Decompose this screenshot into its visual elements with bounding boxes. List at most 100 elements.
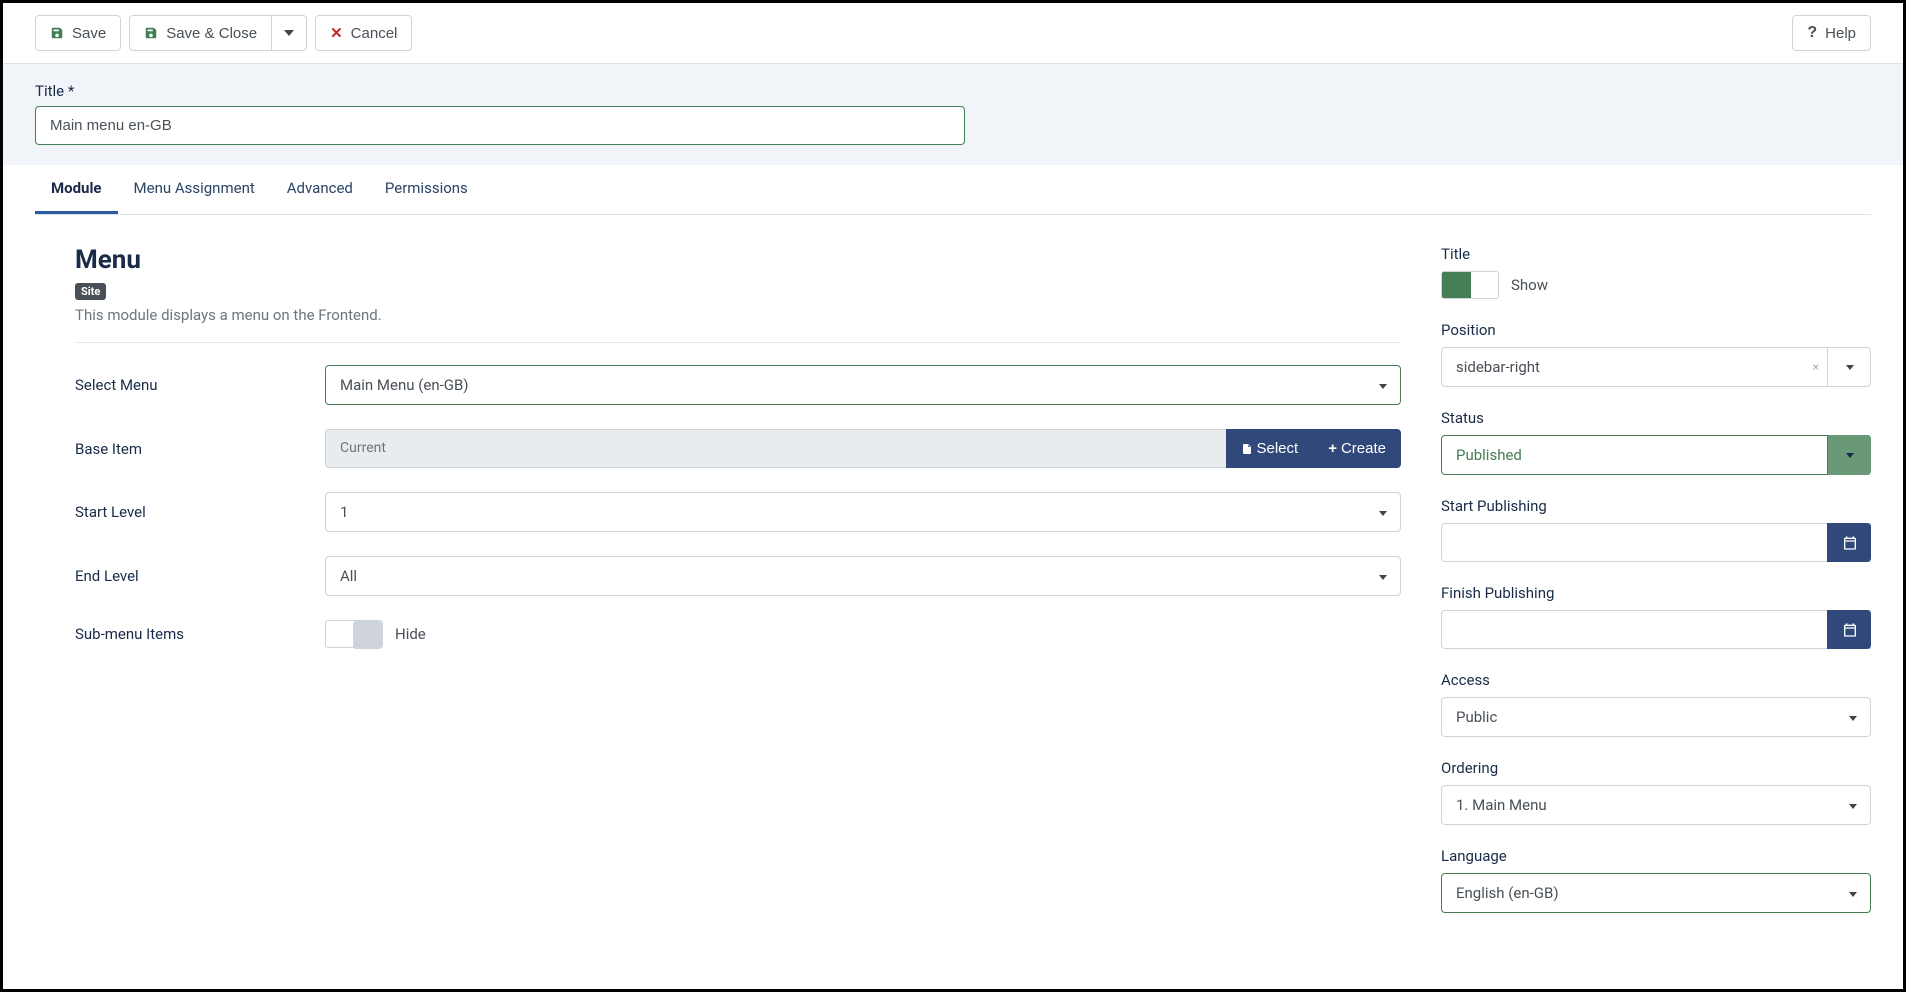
- status-arrow[interactable]: [1827, 435, 1871, 475]
- tab-advanced[interactable]: Advanced: [271, 165, 369, 214]
- chevron-down-icon: [1846, 365, 1854, 370]
- clear-icon[interactable]: ×: [1813, 360, 1819, 374]
- module-description: This module displays a menu on the Front…: [75, 306, 1401, 324]
- start-pub-input[interactable]: [1441, 523, 1871, 562]
- start-level-control[interactable]: 1: [325, 492, 1401, 532]
- side-status-label: Status: [1441, 409, 1871, 427]
- select-btn-label: Select: [1257, 440, 1299, 457]
- create-btn-label: Create: [1341, 440, 1386, 457]
- finish-pub-input[interactable]: [1441, 610, 1871, 649]
- cancel-button[interactable]: ✕ Cancel: [315, 15, 412, 51]
- main: Menu Site This module displays a menu on…: [75, 245, 1401, 935]
- side-language-value: English (en-GB): [1441, 873, 1871, 913]
- tab-menu-assignment[interactable]: Menu Assignment: [118, 165, 271, 214]
- side-language-label: Language: [1441, 847, 1871, 865]
- start-level-label: Start Level: [75, 503, 325, 521]
- base-item-label: Base Item: [75, 440, 325, 458]
- title-input[interactable]: [35, 106, 965, 145]
- divider: [75, 342, 1401, 343]
- toolbar: Save Save & Close ✕ Cancel ? Help: [3, 3, 1903, 64]
- side-position-value: sidebar-right: [1441, 347, 1871, 387]
- save-icon: [50, 26, 64, 40]
- select-menu-control[interactable]: Main Menu (en-GB): [325, 365, 1401, 405]
- side-title-control: Show: [1441, 271, 1871, 299]
- end-level-control[interactable]: All: [325, 556, 1401, 596]
- save-label: Save: [72, 25, 106, 42]
- side-access-value: Public: [1441, 697, 1871, 737]
- cancel-label: Cancel: [351, 25, 398, 42]
- side-title-group: Title Show: [1441, 245, 1871, 299]
- base-item-select-button[interactable]: Select: [1226, 429, 1314, 468]
- side-finish-pub-label: Finish Publishing: [1441, 584, 1871, 602]
- end-level-row: End Level All: [75, 556, 1401, 596]
- tabs: Module Menu Assignment Advanced Permissi…: [35, 165, 1871, 215]
- close-icon: ✕: [330, 24, 343, 42]
- side-ordering-value: 1. Main Menu: [1441, 785, 1871, 825]
- side-ordering-label: Ordering: [1441, 759, 1871, 777]
- chevron-down-icon: [1846, 453, 1854, 458]
- select-menu-value: Main Menu (en-GB): [325, 365, 1401, 405]
- save-close-dropdown[interactable]: [272, 15, 307, 51]
- title-block: Title *: [3, 64, 1903, 165]
- side-position-label: Position: [1441, 321, 1871, 339]
- side-status-group: Status Published: [1441, 409, 1871, 475]
- end-level-value: All: [325, 556, 1401, 596]
- side-access-group: Access Public: [1441, 671, 1871, 737]
- base-item-control: Current Select + Create: [325, 429, 1401, 468]
- language-control[interactable]: English (en-GB): [1441, 873, 1871, 913]
- sidebar: Title Show Position sidebar-right × Stat…: [1441, 245, 1871, 935]
- plus-icon: +: [1328, 440, 1337, 457]
- help-button[interactable]: ? Help: [1792, 15, 1871, 51]
- side-title-label: Title: [1441, 245, 1871, 263]
- save-button[interactable]: Save: [35, 15, 121, 51]
- content: Menu Site This module displays a menu on…: [3, 215, 1903, 955]
- tab-module[interactable]: Module: [35, 165, 118, 214]
- side-ordering-group: Ordering 1. Main Menu: [1441, 759, 1871, 825]
- chevron-down-icon: [1849, 885, 1857, 901]
- ordering-control[interactable]: 1. Main Menu: [1441, 785, 1871, 825]
- side-status-value: Published: [1441, 435, 1871, 475]
- base-item-create-button[interactable]: + Create: [1313, 429, 1401, 468]
- chevron-down-icon: [1849, 797, 1857, 813]
- site-badge: Site: [75, 283, 106, 300]
- side-access-label: Access: [1441, 671, 1871, 689]
- submenu-toggle[interactable]: [325, 620, 383, 648]
- title-label: Title *: [35, 82, 1871, 100]
- module-heading: Menu: [75, 245, 1401, 275]
- toolbar-right: ? Help: [1792, 15, 1871, 51]
- end-level-label: End Level: [75, 567, 325, 585]
- save-icon: [144, 26, 158, 40]
- select-menu-row: Select Menu Main Menu (en-GB): [75, 365, 1401, 405]
- help-label: Help: [1825, 25, 1856, 42]
- status-control[interactable]: Published: [1441, 435, 1871, 475]
- submenu-control: Hide: [325, 620, 1401, 648]
- finish-pub-control: [1441, 610, 1871, 649]
- question-icon: ?: [1807, 24, 1817, 42]
- save-close-button[interactable]: Save & Close: [129, 15, 272, 51]
- select-menu-label: Select Menu: [75, 376, 325, 394]
- side-finish-pub-group: Finish Publishing: [1441, 584, 1871, 649]
- submenu-label: Sub-menu Items: [75, 625, 325, 643]
- side-language-group: Language English (en-GB): [1441, 847, 1871, 913]
- side-start-pub-label: Start Publishing: [1441, 497, 1871, 515]
- position-control[interactable]: sidebar-right ×: [1441, 347, 1871, 387]
- title-toggle[interactable]: [1441, 271, 1499, 299]
- side-position-group: Position sidebar-right ×: [1441, 321, 1871, 387]
- toolbar-left: Save Save & Close ✕ Cancel: [35, 15, 412, 51]
- finish-pub-calendar-button[interactable]: [1827, 610, 1871, 649]
- save-close-group: Save & Close: [129, 15, 307, 51]
- submenu-row: Sub-menu Items Hide: [75, 620, 1401, 648]
- start-pub-control: [1441, 523, 1871, 562]
- tab-permissions[interactable]: Permissions: [369, 165, 484, 214]
- base-item-value: Current: [325, 429, 1226, 468]
- side-title-value: Show: [1511, 276, 1548, 294]
- file-icon: [1241, 442, 1253, 456]
- calendar-icon: [1842, 535, 1858, 551]
- save-close-label: Save & Close: [166, 25, 257, 42]
- access-control[interactable]: Public: [1441, 697, 1871, 737]
- start-pub-calendar-button[interactable]: [1827, 523, 1871, 562]
- position-arrow[interactable]: [1827, 347, 1871, 387]
- side-start-pub-group: Start Publishing: [1441, 497, 1871, 562]
- calendar-icon: [1842, 622, 1858, 638]
- base-item-row: Base Item Current Select + Create: [75, 429, 1401, 468]
